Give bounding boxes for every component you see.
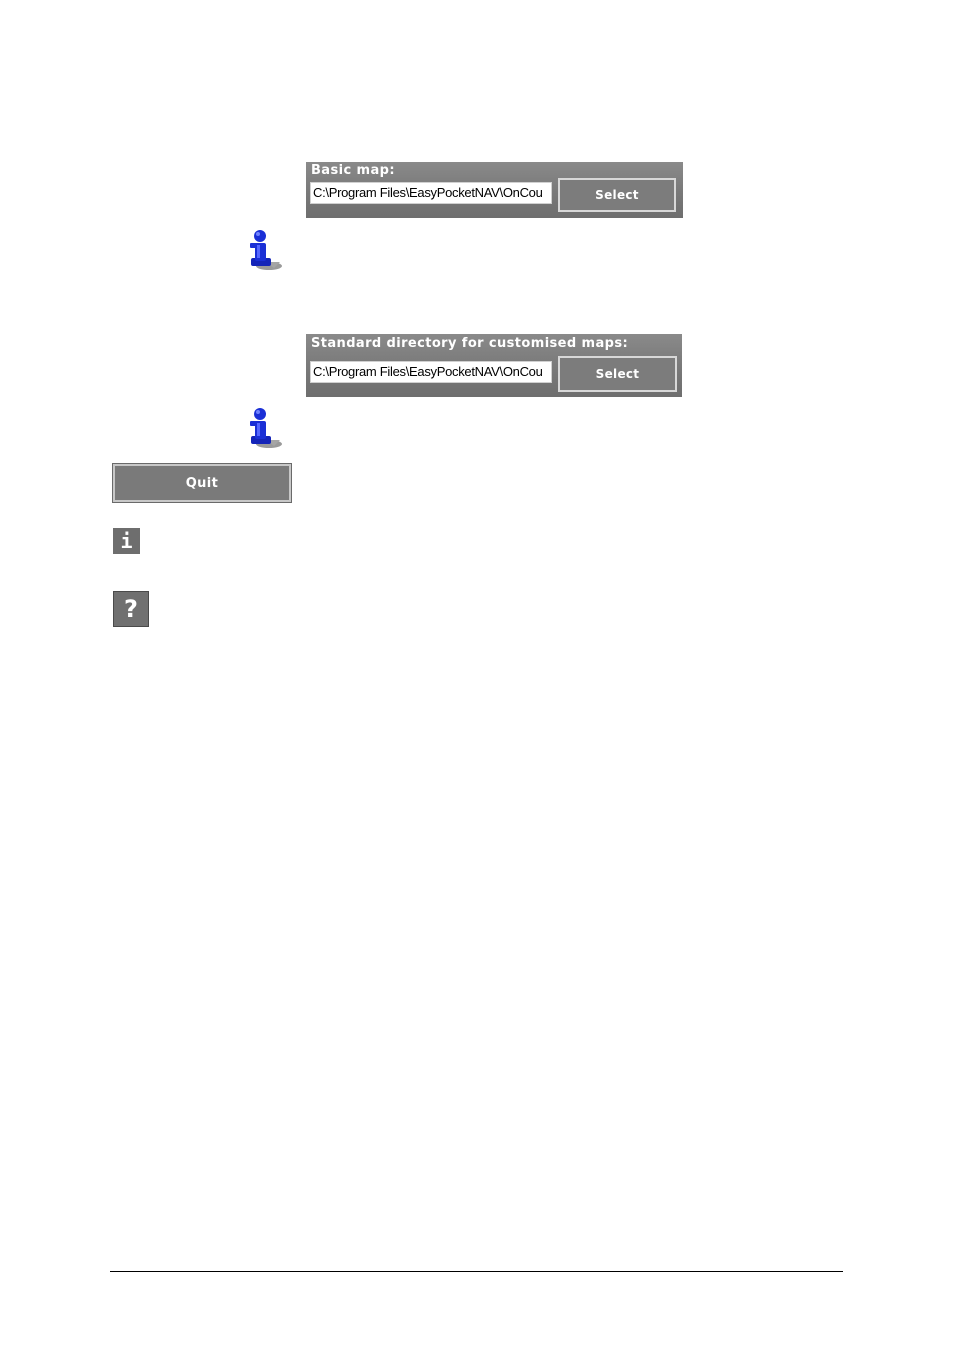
footer-divider bbox=[110, 1271, 843, 1272]
custom-maps-path-field[interactable]: C:\Program Files\EasyPocketNAV\OnCou bbox=[310, 361, 552, 383]
basic-map-select-button[interactable]: Select bbox=[558, 178, 676, 212]
info-icon[interactable]: i bbox=[113, 528, 140, 554]
custom-maps-title: Standard directory for customised maps: bbox=[311, 336, 629, 351]
basic-map-path-field[interactable]: C:\Program Files\EasyPocketNAV\OnCou bbox=[310, 182, 552, 204]
basic-map-title: Basic map: bbox=[311, 163, 395, 178]
info-figure-icon bbox=[250, 230, 282, 270]
custom-maps-panel: Standard directory for customised maps: … bbox=[306, 334, 682, 397]
quit-button[interactable]: Quit bbox=[112, 463, 292, 503]
info-figure-icon bbox=[250, 408, 282, 448]
custom-maps-select-button[interactable]: Select bbox=[558, 356, 677, 392]
basic-map-panel: Basic map: C:\Program Files\EasyPocketNA… bbox=[306, 162, 683, 218]
help-icon[interactable]: ? bbox=[113, 591, 149, 627]
